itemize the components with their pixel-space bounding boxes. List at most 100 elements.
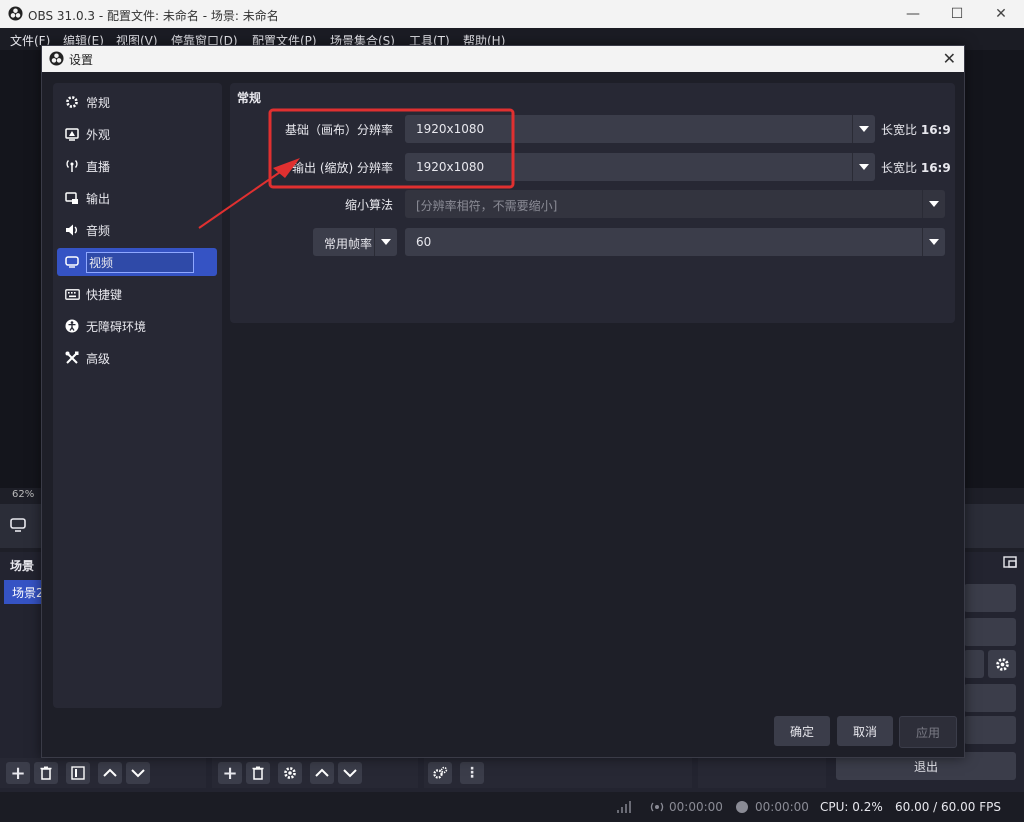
stream-time: 00:00:00: [669, 800, 723, 814]
control-button[interactable]: [964, 618, 1016, 646]
sidebar-item-label: 无障碍环境: [86, 319, 147, 334]
chevron-down-icon[interactable]: [852, 153, 875, 181]
undock-icon[interactable]: [1003, 556, 1017, 568]
base-resolution-value: 1920x1080: [416, 122, 485, 136]
chevron-up-icon: [315, 768, 329, 778]
tools-icon: [64, 350, 80, 366]
settings-dialog: 设置 ✕ 常规 外观 直播 输出 音频 视频 快捷键 无障碍环境 高级 常规 基…: [41, 45, 965, 758]
gear-icon: [283, 766, 297, 780]
transitions-toolbar: [698, 758, 826, 788]
source-properties-button[interactable]: [278, 762, 302, 784]
chevron-down-icon: [131, 768, 145, 778]
cancel-button[interactable]: 取消: [837, 716, 893, 746]
accessibility-icon: [64, 318, 80, 334]
downscale-filter-value: [分辨率相符，不需要缩小]: [416, 199, 558, 213]
keyboard-icon: [64, 286, 80, 302]
ok-button[interactable]: 确定: [774, 716, 830, 746]
output-resolution-label: 输出 (缩放) 分辨率: [292, 161, 393, 175]
status-bar: 00:00:00 00:00:00 CPU: 0.2% 60.00 / 60.0…: [0, 792, 1024, 822]
sidebar-item-audio[interactable]: 音频: [57, 216, 217, 244]
aspect-ratio-label: 长宽比: [881, 123, 918, 137]
aspect-ratio-value: 16:9: [920, 161, 951, 175]
dialog-title: 设置: [69, 53, 94, 67]
sidebar-item-advanced[interactable]: 高级: [57, 344, 217, 372]
output-icon: [64, 190, 80, 206]
trash-icon: [252, 766, 264, 780]
exit-label: 退出: [913, 759, 938, 774]
output-resolution-value: 1920x1080: [416, 160, 485, 174]
scene-move-up-button[interactable]: [98, 762, 122, 784]
window-close-button[interactable]: ✕: [978, 0, 1024, 28]
record-time: 00:00:00: [755, 800, 809, 814]
cpu-usage: CPU: 0.2%: [820, 800, 883, 814]
scene-item[interactable]: 场景2: [4, 580, 44, 604]
trash-icon: [40, 766, 52, 780]
remove-source-button[interactable]: [246, 762, 270, 784]
sidebar-item-hotkeys[interactable]: 快捷键: [57, 280, 217, 308]
sidebar-item-label: 视频: [86, 251, 195, 273]
sidebar-item-label: 输出: [86, 191, 111, 206]
downscale-filter-combo[interactable]: [分辨率相符，不需要缩小]: [405, 190, 945, 218]
base-resolution-combo[interactable]: 1920x1080: [405, 115, 875, 143]
fps-type-label: 常用帧率: [324, 237, 373, 251]
obs-logo-icon: [8, 6, 23, 21]
scenes-dock-title: 场景: [10, 559, 35, 573]
base-resolution-label: 基础（画布）分辨率: [284, 123, 393, 137]
apply-button[interactable]: 应用: [899, 716, 957, 748]
scene-filters-button[interactable]: [66, 762, 90, 784]
control-button[interactable]: [964, 684, 1016, 712]
chevron-down-icon[interactable]: [374, 228, 397, 256]
control-button[interactable]: [964, 650, 984, 678]
chevron-down-icon: [343, 768, 357, 778]
record-status-icon: [735, 800, 749, 814]
sidebar-item-appearance[interactable]: 外观: [57, 120, 217, 148]
sidebar-item-output[interactable]: 输出: [57, 184, 217, 212]
chevron-down-icon[interactable]: [922, 190, 945, 218]
output-aspect-ratio: 长宽比 16:9: [881, 159, 951, 176]
fps-value: 60: [416, 235, 432, 249]
sidebar-item-stream[interactable]: 直播: [57, 152, 217, 180]
chevron-down-icon[interactable]: [852, 115, 875, 143]
add-source-button[interactable]: +: [218, 762, 242, 784]
appearance-icon: [64, 126, 80, 142]
sidebar-item-general[interactable]: 常规: [57, 88, 217, 116]
sidebar-item-accessibility[interactable]: 无障碍环境: [57, 312, 217, 340]
fps-type-combo[interactable]: 常用帧率: [313, 228, 397, 256]
settings-gear-button[interactable]: [988, 650, 1016, 678]
speaker-icon: [64, 222, 80, 238]
filter-icon: [71, 766, 85, 780]
source-move-down-button[interactable]: [338, 762, 362, 784]
base-aspect-ratio: 长宽比 16:9: [881, 121, 951, 138]
sidebar-item-label: 快捷键: [86, 287, 123, 302]
output-resolution-combo[interactable]: 1920x1080: [405, 153, 875, 181]
scene-item-label: 场景2: [12, 586, 44, 600]
more-vertical-icon: ⋮: [465, 765, 479, 781]
control-button[interactable]: [964, 716, 1016, 744]
mixer-menu-button[interactable]: ⋮: [460, 762, 484, 784]
maximize-button[interactable]: ☐: [934, 0, 980, 28]
downscale-filter-label: 缩小算法: [344, 198, 393, 212]
sidebar-item-label: 常规: [86, 95, 111, 110]
scene-move-down-button[interactable]: [126, 762, 150, 784]
obs-logo-icon: [49, 51, 64, 66]
audio-settings-button[interactable]: [428, 762, 452, 784]
add-scene-button[interactable]: +: [6, 762, 30, 784]
control-button[interactable]: [964, 584, 1016, 612]
gear-icon: [64, 94, 80, 110]
plus-icon: +: [222, 762, 238, 784]
sidebar-item-label: 音频: [86, 223, 111, 238]
plus-icon: +: [10, 762, 26, 784]
window-title: OBS 31.0.3 - 配置文件: 未命名 - 场景: 未命名: [28, 9, 279, 23]
gear-icon: [995, 657, 1010, 672]
display-icon: [10, 518, 26, 532]
remove-scene-button[interactable]: [34, 762, 58, 784]
aspect-ratio-value: 16:9: [920, 123, 951, 137]
sidebar-item-video[interactable]: 视频: [57, 248, 217, 276]
minimize-button[interactable]: —: [890, 0, 936, 28]
dialog-titlebar: 设置 ✕: [42, 46, 964, 72]
monitor-icon: [64, 254, 80, 270]
dialog-close-button[interactable]: ✕: [943, 49, 956, 68]
chevron-down-icon[interactable]: [922, 228, 945, 256]
fps-value-combo[interactable]: 60: [405, 228, 945, 256]
source-move-up-button[interactable]: [310, 762, 334, 784]
